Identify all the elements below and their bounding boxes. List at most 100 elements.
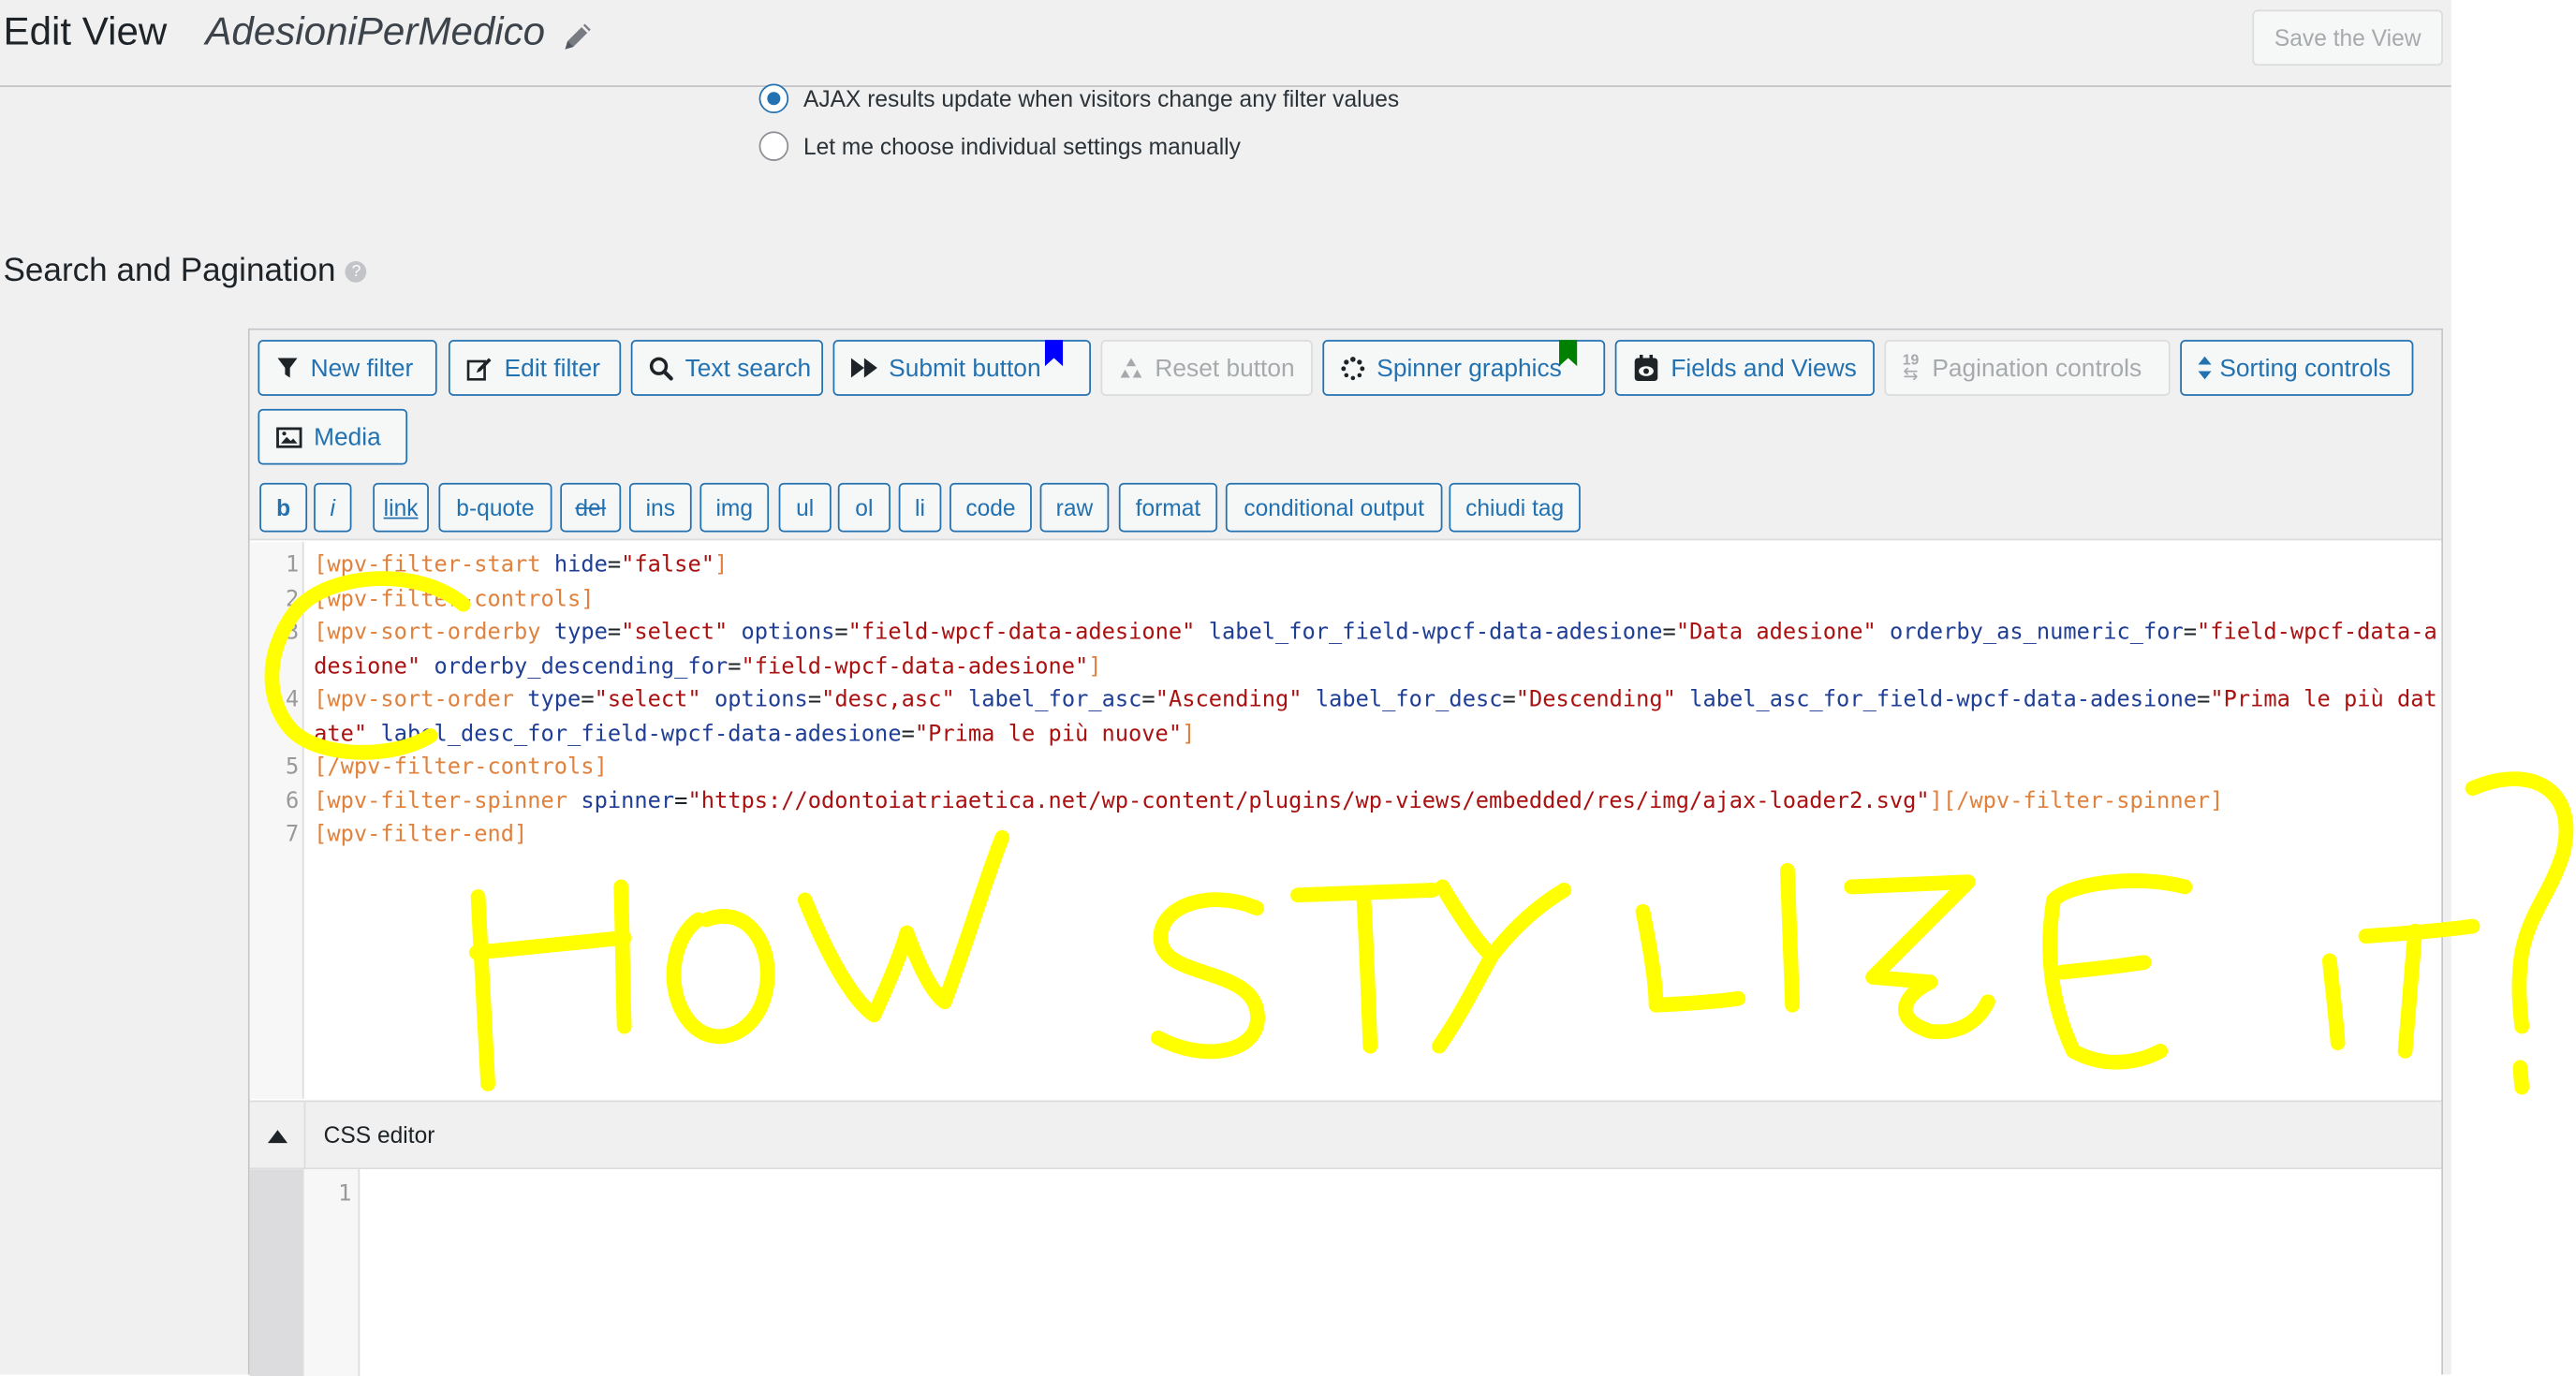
quicktag-link[interactable]: link	[373, 482, 429, 533]
spinner-graphics-button[interactable]: Spinner graphics	[1322, 340, 1606, 396]
code-token-attr: label_for_asc	[968, 686, 1142, 713]
code-token-tag: [wpv-sort-orderby	[314, 619, 554, 646]
collapse-arrow-icon[interactable]	[266, 1128, 289, 1145]
new-filter-button[interactable]: New filter	[258, 340, 437, 396]
code-line[interactable]: [wpv-filter-controls]	[314, 583, 2441, 617]
quicktag-li[interactable]: li	[898, 482, 942, 533]
line-number: 6	[286, 788, 300, 815]
code-token-attr: options	[741, 619, 835, 646]
quicktag-ul[interactable]: ul	[778, 482, 832, 533]
quicktag-code[interactable]: code	[949, 482, 1032, 533]
quicktag-bold[interactable]: b	[259, 482, 308, 533]
code-token-val: "Ascending"	[1155, 686, 1303, 713]
code-token-val: "field-wpcf-data-adesione"	[847, 619, 1196, 646]
code-line[interactable]: [wpv-filter-spinner spinner="https://odo…	[314, 785, 2441, 819]
fields-and-views-button[interactable]: Fields and Views	[1614, 340, 1875, 396]
line-number: 1	[286, 551, 300, 578]
code-token-plain: =	[674, 788, 688, 815]
fast-forward-icon	[850, 358, 877, 378]
code-token-attr: type	[527, 686, 581, 713]
code-line[interactable]: [wpv-sort-orderby type="select" options=…	[314, 616, 2441, 683]
code-token-val: "Descending"	[1515, 686, 1676, 713]
css-line-number: 1	[338, 1180, 352, 1208]
quicktag-ol[interactable]: ol	[837, 482, 891, 533]
text-search-button[interactable]: Text search	[630, 340, 824, 396]
filter-code-editor[interactable]: 1 2 3 4 5 6 7 [wpv-filter-start hide="fa…	[249, 541, 2442, 1099]
code-line[interactable]: [wpv-filter-end]	[314, 818, 2441, 852]
code-token-val: "select"	[594, 686, 701, 713]
stage: Edit View AdesioniPerMedico Save the Vie…	[0, 0, 2576, 1376]
quicktag-raw[interactable]: raw	[1039, 482, 1110, 533]
code-token-attr: label_for_field-wpcf-data-adesione	[1208, 619, 1663, 646]
media-button[interactable]: Media	[258, 408, 408, 465]
bookmark-icon	[1044, 340, 1064, 367]
submit-button-button[interactable]: Submit button	[832, 340, 1091, 396]
quicktag-italic[interactable]: i	[314, 482, 352, 533]
code-token-attr: label_asc_for_field-wpcf-data-adesione	[1689, 686, 2198, 713]
ajax-option-auto[interactable]: AJAX results update when visitors change…	[758, 83, 1399, 114]
css-editor-sidebar	[249, 1169, 304, 1376]
section-title: Search and Pagination?	[4, 253, 367, 290]
code-token-tag: ]	[1182, 720, 1196, 747]
reset-button-button: Reset button	[1100, 340, 1313, 396]
edit-icon	[466, 357, 492, 380]
quicktag-del[interactable]: del	[560, 482, 622, 533]
code-line[interactable]: [wpv-filter-start hide="false"]	[314, 549, 2441, 582]
code-line[interactable]: [wpv-sort-order type="select" options="d…	[314, 683, 2441, 751]
code-line[interactable]: [/wpv-filter-controls]	[314, 751, 2441, 784]
code-token-plain: =	[1662, 619, 1676, 646]
code-token-val: "Data adesione"	[1675, 619, 1877, 646]
ajax-option-manual[interactable]: Let me choose individual settings manual…	[758, 131, 1241, 161]
code-token-val: "field-wpcf-data-adesione"	[741, 652, 1089, 680]
code-token-tag: [/wpv-filter-controls]	[314, 754, 608, 781]
quicktag-conditional-output[interactable]: conditional output	[1225, 482, 1443, 533]
edit-filter-label: Edit filter	[504, 354, 601, 382]
code-token-attr: label_for_desc	[1315, 686, 1503, 713]
code-token-plain: =	[2197, 686, 2211, 713]
page-title: Edit View	[3, 9, 168, 54]
edit-filter-button[interactable]: Edit filter	[448, 340, 622, 396]
save-view-button[interactable]: Save the View	[2252, 9, 2443, 66]
quicktag-close-tag[interactable]: chiudi tag	[1449, 482, 1581, 533]
css-editor-header[interactable]: CSS editor	[249, 1100, 2442, 1171]
code-token-plain: =	[807, 686, 822, 713]
quicktag-blockquote[interactable]: b-quote	[438, 482, 552, 533]
divider	[303, 1102, 306, 1171]
sorting-controls-label: Sorting controls	[2219, 354, 2392, 382]
css-code-editor[interactable]: 1	[249, 1169, 2442, 1376]
code-token-tag: ]	[1088, 652, 1102, 680]
quicktag-ins[interactable]: ins	[628, 482, 692, 533]
quicktag-img[interactable]: img	[699, 482, 770, 533]
reset-button-label: Reset button	[1155, 354, 1295, 382]
code-token-val: "https://odontoiatriaetica.net/wp-conten…	[687, 788, 1930, 815]
media-label: Media	[314, 422, 381, 451]
quicktag-format[interactable]: format	[1118, 482, 1218, 533]
submit-button-label: Submit button	[889, 354, 1041, 382]
view-name[interactable]: AdesioniPerMedico	[205, 10, 545, 56]
code-token-attr: hide	[553, 551, 608, 578]
code-token-val: "false"	[621, 551, 714, 578]
radio-unchecked[interactable]	[758, 131, 789, 161]
new-filter-label: New filter	[310, 354, 414, 382]
views-icon	[1634, 354, 1658, 381]
help-icon[interactable]: ?	[346, 261, 367, 284]
radio-checked[interactable]	[758, 83, 789, 114]
code-token-attr: type	[553, 619, 608, 646]
sorting-controls-button[interactable]: Sorting controls	[2180, 340, 2414, 396]
code-token-attr: label_desc_for_field-wpcf-data-adesione	[380, 720, 902, 747]
code-token-val: "Prima le più nuove"	[914, 720, 1183, 747]
media-icon	[276, 426, 302, 447]
code-token-plain: =	[728, 652, 742, 680]
code-token-val: "desc,asc"	[821, 686, 955, 713]
bookmark-icon	[1559, 340, 1578, 367]
line-number: 4	[286, 686, 300, 713]
pencil-icon[interactable]	[560, 18, 596, 54]
